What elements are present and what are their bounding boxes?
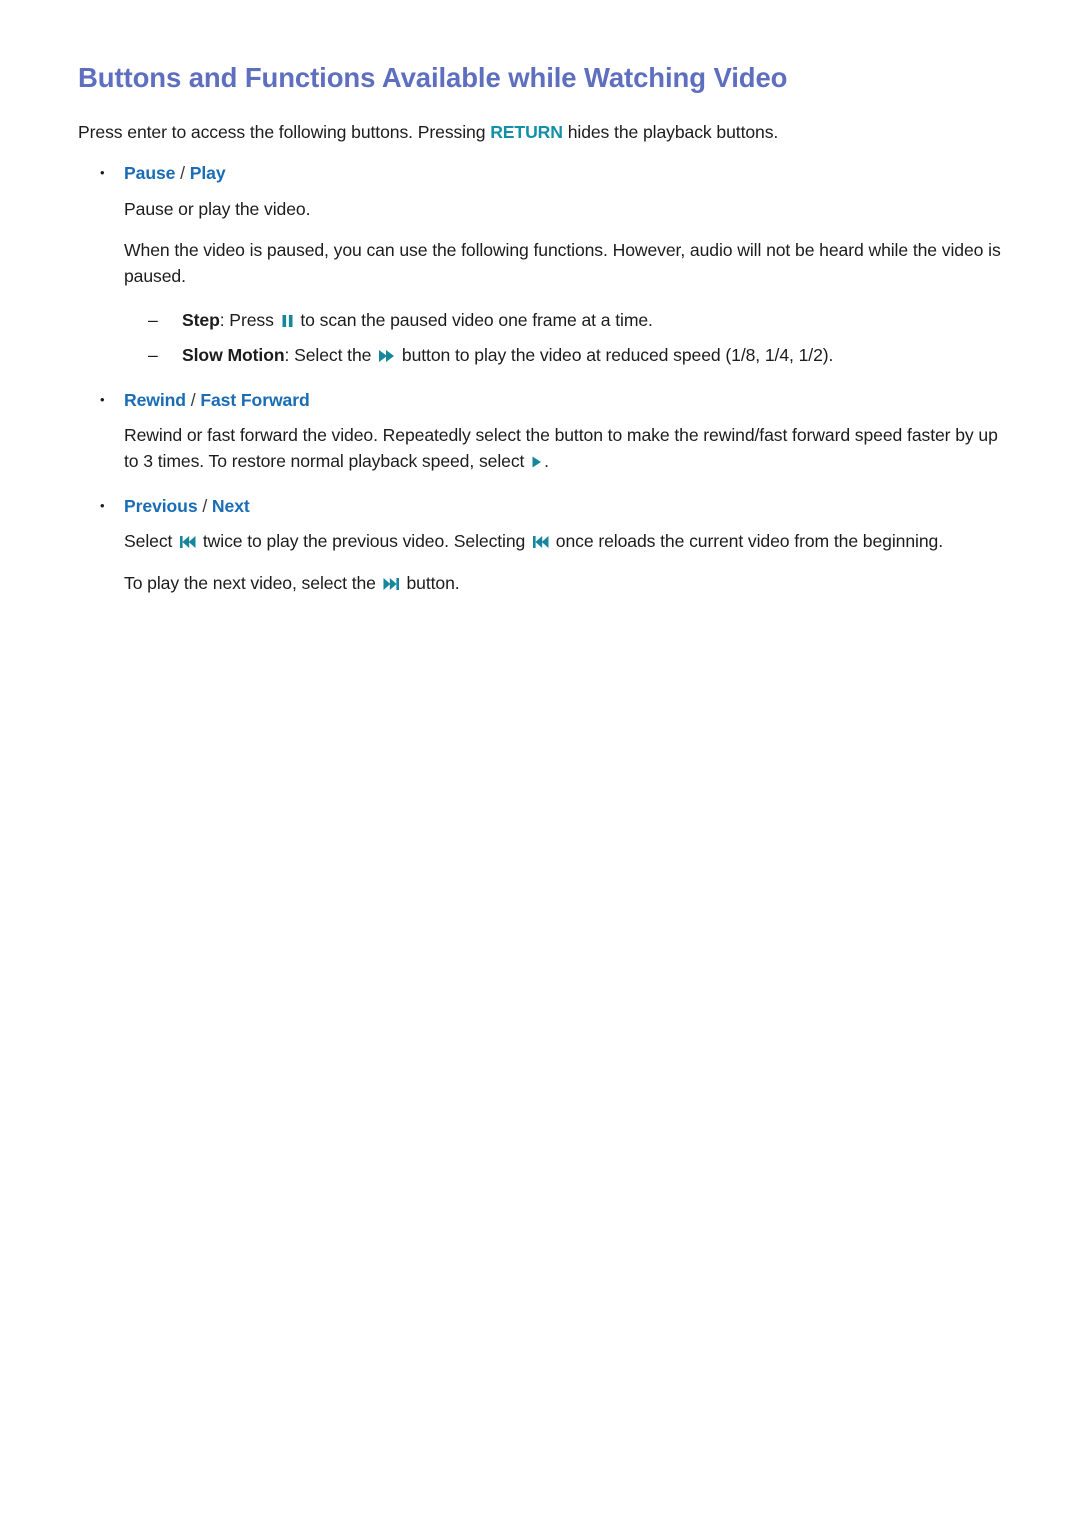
- bullet-dot-icon: [100, 160, 124, 186]
- rewind-description: Rewind or fast forward the video. Repeat…: [78, 423, 1002, 474]
- rewind-description-after: .: [544, 450, 549, 471]
- next-text-a: To play the next video, select the: [124, 572, 381, 593]
- section-title-pause-play: Pause / Play: [124, 160, 226, 186]
- section-heading-pause-play: Pause / Play: [78, 160, 1002, 186]
- rewind-description-before: Rewind or fast forward the video. Repeat…: [124, 425, 998, 471]
- subitem-slow-motion-text-after: button to play the video at reduced spee…: [397, 345, 834, 366]
- subitem-step-text-after: to scan the paused video one frame at a …: [295, 309, 653, 330]
- label-pause[interactable]: Pause: [124, 163, 175, 183]
- label-fast-forward[interactable]: Fast Forward: [200, 390, 309, 410]
- label-next[interactable]: Next: [212, 496, 250, 516]
- subitem-slow-motion: Slow Motion: Select the button to play t…: [78, 343, 1002, 369]
- label-previous[interactable]: Previous: [124, 496, 198, 516]
- dash-bullet-icon: [148, 308, 182, 334]
- dash-bullet-icon: [148, 343, 182, 369]
- page-title: Buttons and Functions Available while Wa…: [78, 62, 788, 93]
- section-title-rewind-fast-forward: Rewind / Fast Forward: [124, 387, 310, 413]
- subitem-slow-motion-label: Slow Motion: [182, 345, 285, 366]
- document-page: Buttons and Functions Available while Wa…: [0, 0, 1080, 1527]
- fast-forward-icon[interactable]: [378, 349, 395, 363]
- previous-next-description-1: Select twice to play the previous video.…: [78, 529, 1002, 555]
- previous-track-icon[interactable]: [532, 535, 549, 549]
- next-track-icon[interactable]: [383, 577, 400, 591]
- subitem-step-label: Step: [182, 309, 220, 330]
- subitem-slow-motion-text: Slow Motion: Select the button to play t…: [182, 343, 833, 369]
- intro-text-part2: hides the playback buttons.: [562, 122, 779, 143]
- previous-text-b: twice to play the previous video. Select…: [198, 530, 531, 551]
- previous-text-a: Select: [124, 530, 178, 551]
- subitem-step-text-before: : Press: [219, 309, 279, 330]
- previous-text-c: once reloads the current video from the …: [551, 530, 943, 551]
- label-rewind[interactable]: Rewind: [124, 390, 186, 410]
- title-separator: /: [175, 163, 190, 184]
- section-heading-previous-next: Previous / Next: [78, 493, 1002, 519]
- subitem-slow-motion-text-before: : Select the: [284, 345, 377, 366]
- title-separator: /: [197, 495, 212, 516]
- play-icon[interactable]: [531, 455, 542, 469]
- next-text-b: button.: [401, 572, 460, 593]
- label-play[interactable]: Play: [190, 163, 226, 183]
- previous-next-description-2: To play the next video, select the butto…: [78, 571, 1002, 597]
- bullet-dot-icon: [100, 387, 124, 413]
- return-keyword: RETURN: [490, 122, 563, 143]
- intro-text-part1: Press enter to access the following butt…: [78, 122, 491, 143]
- subitem-step-text: Step: Press to scan the paused video one…: [182, 308, 653, 334]
- pause-play-description-1: Pause or play the video.: [124, 198, 311, 219]
- title-separator: /: [185, 389, 201, 410]
- intro-paragraph: Press enter to access the following butt…: [78, 120, 1002, 146]
- previous-track-icon[interactable]: [179, 535, 196, 549]
- section-title-previous-next: Previous / Next: [124, 493, 250, 519]
- pause-icon[interactable]: [281, 314, 294, 328]
- subitem-step: Step: Press to scan the paused video one…: [78, 308, 1002, 334]
- section-heading-rewind-fast-forward: Rewind / Fast Forward: [78, 387, 1002, 413]
- bullet-dot-icon: [100, 493, 124, 519]
- pause-play-description-2: When the video is paused, you can use th…: [124, 240, 1001, 286]
